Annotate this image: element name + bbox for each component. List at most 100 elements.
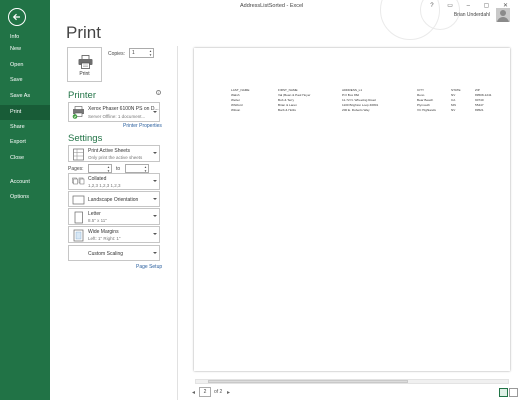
back-button[interactable] (8, 8, 26, 26)
page-count-label: of 2 (214, 389, 223, 395)
paper-size-title: Letter (88, 211, 101, 217)
chevron-down-icon (153, 110, 157, 113)
pages-label: Pages: (68, 166, 84, 172)
sidebar-item-close[interactable]: Close (0, 151, 50, 166)
settings-heading: Settings (68, 133, 103, 144)
print-what-dropdown[interactable]: Print Active Sheets Only print the activ… (68, 145, 160, 162)
preview-row-col-zip: 89521 (475, 108, 484, 112)
sidebar-item-print[interactable]: Print (0, 105, 50, 120)
margins-sub: Left: 1" Right: 1" (88, 236, 121, 241)
window-title: AddressListSorted - Excel (240, 3, 304, 9)
orientation-title: Landscape Orientation (88, 197, 139, 203)
page-icon (74, 211, 83, 224)
printer-heading: Printer (68, 90, 96, 101)
sidebar-item-share[interactable]: Share (0, 120, 50, 135)
scaling-dropdown[interactable]: Custom Scaling (68, 245, 160, 261)
scrollbar-thumb[interactable] (208, 380, 408, 383)
avatar[interactable] (496, 8, 510, 22)
zoom-to-page-button[interactable] (509, 388, 518, 397)
info-icon[interactable]: i (156, 90, 161, 95)
printer-status: Server Offline: 1 document... (88, 114, 146, 119)
paper-size-sub: 8.5" x 11" (88, 218, 107, 223)
printer-icon (78, 55, 93, 69)
page-title: Print (66, 23, 101, 42)
show-margins-button[interactable] (499, 388, 508, 397)
chevron-down-icon (153, 215, 157, 217)
pages-to-input[interactable]: ▲ ▼ (125, 164, 149, 173)
backstage-sidebar: Info New Open Save Save As Print Share E… (0, 0, 50, 400)
chevron-down-icon (153, 251, 157, 254)
preview-row-col-first-name: Val (Bean & Paul Hoyer (278, 93, 311, 97)
print-preview-page: LAST_NAME FIRST_NAME ADDRESS_L1 CITY STATE ZI… (194, 48, 510, 371)
pages-from-input[interactable]: ▲ ▼ (88, 164, 112, 173)
collate-sub: 1,2,3 1,2,3 1,2,3 (88, 183, 121, 188)
chevron-down-icon (153, 152, 157, 154)
avatar-head-shape (500, 10, 506, 16)
chevron-down-icon (153, 233, 157, 235)
avatar-body-shape (497, 17, 509, 22)
collate-title: Collated (88, 176, 107, 182)
sidebar-item-options[interactable]: Options (0, 190, 50, 205)
previous-page-button[interactable]: ◂ (192, 389, 195, 396)
user-name[interactable]: Brian Underdahl (454, 12, 490, 18)
printer-name: Xerox Phaser 6100N PS on D... (88, 106, 159, 112)
preview-row-col-address: 200 E. Roberts Way (342, 108, 370, 112)
printer-properties-link[interactable]: Printer Properties (123, 123, 162, 129)
preview-header-col-last-name: LAST_NAME (231, 88, 250, 92)
preview-row-col-zip: 90740 (475, 98, 484, 102)
preview-row-col-city: Bear Beach (417, 98, 434, 102)
preview-row-col-city: Plymouth (417, 103, 430, 107)
sidebar-item-new[interactable]: New (0, 42, 50, 57)
margins-title: Wide Margins (88, 229, 119, 235)
sidebar-item-open[interactable]: Open (0, 58, 50, 73)
copies-label: Copies: (108, 51, 125, 57)
preview-row-col-zip: 89508-1241 (475, 93, 492, 97)
paper-size-dropdown[interactable]: Letter 8.5" x 11" (68, 208, 160, 225)
sheet-icon (73, 148, 84, 161)
sidebar-item-account[interactable]: Account (0, 175, 50, 190)
preview-row-col-first-name: Bob & Terry (278, 98, 295, 102)
orientation-dropdown[interactable]: Landscape Orientation (68, 191, 160, 207)
margins-dropdown[interactable]: Wide Margins Left: 1" Right: 1" (68, 226, 160, 243)
preview-header-col-state: STATE (451, 88, 461, 92)
preview-row-col-first-name: Brian & Laren (278, 103, 297, 107)
copies-value: 1 (132, 50, 135, 56)
chevron-down-icon (153, 180, 157, 182)
preview-header-col-zip: ZIP (475, 88, 480, 92)
preview-row-col-last-name: Walsh (231, 93, 240, 97)
preview-scrollbar[interactable] (195, 379, 509, 384)
sidebar-item-save-as[interactable]: Save As (0, 89, 50, 104)
print-button-label: Print (79, 71, 90, 77)
copies-spinner[interactable]: ▲ ▼ (149, 49, 152, 57)
collate-dropdown[interactable]: Collated 1,2,3 1,2,3 1,2,3 (68, 173, 160, 190)
print-button[interactable]: Print (67, 47, 102, 82)
preview-row-col-state: NV (451, 108, 456, 112)
pages-to-spinner[interactable]: ▲ ▼ (144, 165, 147, 173)
page-number-input[interactable]: 2 (199, 387, 211, 397)
sidebar-item-export[interactable]: Export (0, 135, 50, 150)
page-setup-link[interactable]: Page Setup (136, 264, 162, 270)
preview-header-col-first-name: FIRST_NAME (278, 88, 298, 92)
print-what-sub: Only print the active sheets (88, 155, 143, 160)
preview-row-col-city: Reno (417, 93, 425, 97)
pages-to-label: to (116, 166, 121, 172)
print-what-title: Print Active Sheets (88, 148, 130, 154)
printer-dropdown[interactable]: Xerox Phaser 6100N PS on D... Server Off… (68, 102, 160, 122)
scaling-title: Custom Scaling (88, 251, 124, 257)
preview-row-col-last-name: Wilson (231, 108, 241, 112)
preview-row-col-state: MN (451, 103, 456, 107)
network-printer-icon (72, 106, 84, 119)
preview-header-col-city: CITY (417, 88, 425, 92)
preview-row-col-city: VC Highlands (417, 108, 436, 112)
preview-row-col-last-name: Weber (231, 98, 241, 102)
chevron-down-icon (153, 197, 157, 200)
collate-icon (72, 177, 85, 185)
preview-row-col-address: P.O Box 862 (342, 93, 360, 97)
preview-row-col-first-name: Barb & Hollis (278, 108, 296, 112)
copies-input[interactable]: 1 ▲ ▼ (129, 48, 154, 58)
preview-row-col-last-name: Whitford (231, 103, 243, 107)
pages-from-spinner[interactable]: ▲ ▼ (107, 165, 110, 173)
sidebar-item-save[interactable]: Save (0, 73, 50, 88)
next-page-button[interactable]: ▸ (227, 389, 230, 396)
preview-row-col-state: NV (451, 93, 456, 97)
